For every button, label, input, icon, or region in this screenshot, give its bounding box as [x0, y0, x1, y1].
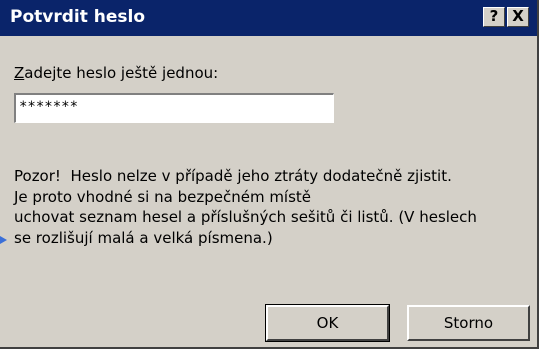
- warning-line: Pozor! Heslo nelze v případě jeho ztráty…: [14, 167, 452, 185]
- ok-button[interactable]: OK: [265, 304, 390, 342]
- warning-line: uchovat seznam hesel a příslušných sešit…: [14, 208, 477, 226]
- warning-line: Je proto vhodné si na bezpečném místě: [14, 187, 312, 206]
- confirm-password-dialog: Potvrdit heslo ? X Zadejte heslo ještě j…: [0, 0, 539, 349]
- password-input[interactable]: *******: [14, 93, 334, 123]
- warning-text: Pozor! Heslo nelze v případě jeho ztráty…: [14, 166, 477, 248]
- help-button[interactable]: ?: [483, 7, 505, 27]
- close-button[interactable]: X: [507, 7, 529, 27]
- cancel-button[interactable]: Storno: [407, 305, 530, 341]
- dialog-title: Potvrdit heslo: [10, 7, 146, 27]
- password-prompt-label: Zadejte heslo ještě jednou:: [14, 63, 218, 83]
- title-bar[interactable]: Potvrdit heslo ? X: [0, 0, 537, 36]
- prompt-accelerator-letter: Z: [14, 64, 25, 82]
- prompt-text: adejte heslo ještě jednou:: [24, 64, 219, 82]
- warning-line: se rozlišují malá a velká písmena.): [14, 228, 273, 247]
- pointer-arrow-icon: [0, 236, 7, 244]
